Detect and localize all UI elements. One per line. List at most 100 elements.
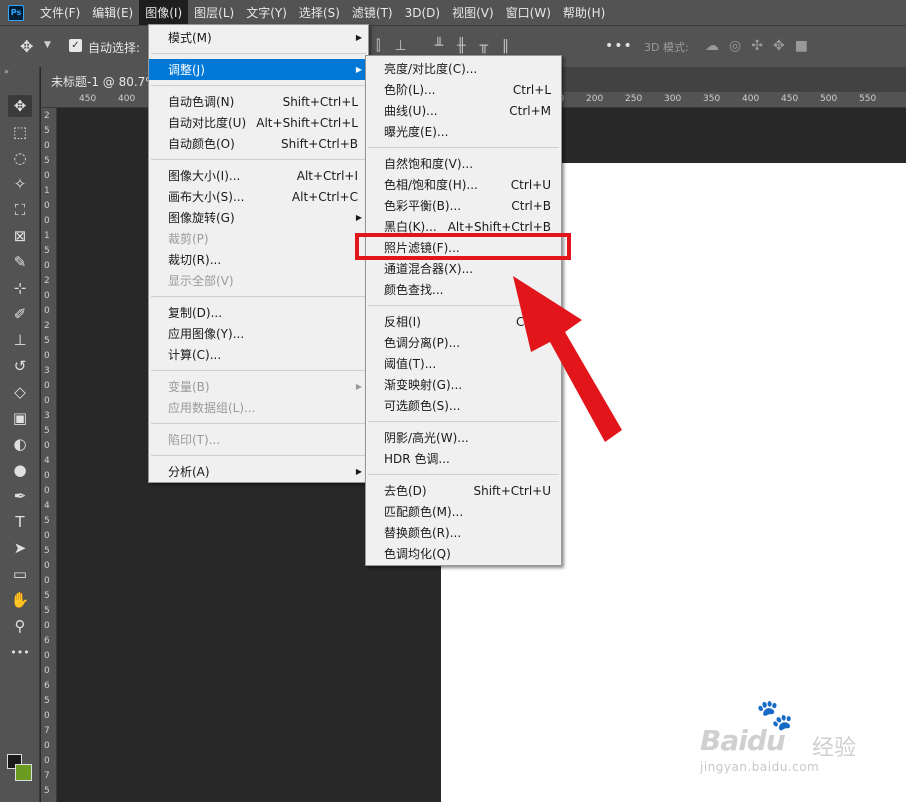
menu-item-label: 曲线(U)... xyxy=(384,104,438,118)
align-bottom-icon[interactable]: ⊥ xyxy=(394,38,406,54)
frame-tool-icon[interactable]: ⊠ xyxy=(8,225,32,247)
menu-item[interactable]: 模式(M) ▶ xyxy=(149,27,368,48)
menu-2[interactable]: 图像(I) xyxy=(139,0,189,25)
image-menu-dropdown: 模式(M) ▶ 调整(J) ▶ 自动色调(N) Shift+Ctrl+L 自动对比度(U) A… xyxy=(148,24,369,483)
auto-select-checkbox[interactable]: ✓ xyxy=(69,39,82,52)
move-icon[interactable]: ✥ xyxy=(20,37,33,56)
menu-1[interactable]: 编辑(E) xyxy=(86,0,139,25)
distribute-bottom-icon[interactable]: ╥ xyxy=(480,38,488,54)
stamp-tool-icon[interactable]: ⊥ xyxy=(8,329,32,351)
menu-item[interactable]: 自动色调(N) Shift+Ctrl+L xyxy=(149,91,368,112)
ruler-tick-label: 450 xyxy=(781,94,799,104)
menu-item[interactable]: 裁切(R)... xyxy=(149,249,368,270)
ruler-tick-label: 0 xyxy=(44,141,50,151)
history-brush-icon[interactable]: ↺ xyxy=(8,355,32,377)
menu-10[interactable]: 帮助(H) xyxy=(557,0,611,25)
watermark-text: 经验 xyxy=(812,736,857,761)
roll-3d-icon[interactable]: ◎ xyxy=(729,38,741,54)
align-vcenter-icon[interactable]: ⫿ xyxy=(376,38,380,54)
menu-bar-items: 文件(F) 编辑(E) 图像(I) 图层(L) 文字(Y) 选择(S) 滤镜(T) 3D(D)… xyxy=(34,0,611,25)
eraser-icon[interactable]: ◇ xyxy=(8,381,32,403)
shape-tool-icon[interactable]: ▭ xyxy=(8,563,32,585)
menu-item[interactable]: 去色(D) Shift+Ctrl+U xyxy=(366,480,561,501)
gradient-tool-icon[interactable]: ▣ xyxy=(8,407,32,429)
menu-item[interactable]: 匹配颜色(M)... xyxy=(366,501,561,522)
menu-separator xyxy=(368,474,559,475)
menu-item[interactable]: 替换颜色(R)... xyxy=(366,522,561,543)
document-tab[interactable]: 未标题-1 @ 80.7% xyxy=(41,67,149,92)
menu-item[interactable]: 色调均化(Q) xyxy=(366,543,561,564)
orbit-3d-icon[interactable]: ☁ xyxy=(705,38,719,54)
slide-3d-icon[interactable]: ✥ xyxy=(773,38,785,54)
move-tool-icon[interactable]: ✥ xyxy=(8,95,32,117)
menu-item[interactable]: 调整(J) ▶ xyxy=(149,59,368,80)
path-select-icon[interactable]: ➤ xyxy=(8,537,32,559)
distribute-vcenter-icon[interactable]: ╫ xyxy=(457,38,465,54)
menu-item[interactable]: 曝光度(E)... xyxy=(366,121,561,142)
menu-item[interactable]: 复制(D)... xyxy=(149,302,368,323)
menu-4[interactable]: 文字(Y) xyxy=(240,0,293,25)
menu-7[interactable]: 3D(D) xyxy=(399,0,446,25)
ruler-tick-label: 0 xyxy=(44,381,50,391)
menu-6[interactable]: 滤镜(T) xyxy=(346,0,399,25)
ruler-tick-label: 0 xyxy=(44,666,50,676)
ruler-tick-label: 0 xyxy=(44,216,50,226)
eyedropper-icon[interactable]: ✎ xyxy=(8,251,32,273)
menu-8[interactable]: 视图(V) xyxy=(446,0,500,25)
photoshop-logo-icon: Ps xyxy=(8,4,24,21)
scale-3d-icon[interactable]: ■ xyxy=(795,38,808,54)
menu-3[interactable]: 图层(L) xyxy=(188,0,240,25)
brush-tool-icon[interactable]: ✐ xyxy=(8,303,32,325)
menu-item[interactable]: 色彩平衡(B)... Ctrl+B xyxy=(366,195,561,216)
menu-item[interactable]: 应用图像(Y)... xyxy=(149,323,368,344)
crop-tool-icon[interactable]: ⛶ xyxy=(8,199,32,221)
menu-item[interactable]: HDR 色调... xyxy=(366,448,561,469)
menu-item[interactable]: 计算(C)... xyxy=(149,344,368,365)
menu-item-label: 色彩平衡(B)... xyxy=(384,199,462,213)
dodge-tool-icon[interactable]: ● xyxy=(8,459,32,481)
menu-item-label: 计算(C)... xyxy=(168,348,222,362)
zoom-tool-icon[interactable]: ⚲ xyxy=(8,615,32,637)
menu-item-label: 亮度/对比度(C)... xyxy=(384,62,478,76)
menu-item[interactable]: 自然饱和度(V)... xyxy=(366,153,561,174)
menu-0[interactable]: 文件(F) xyxy=(34,0,86,25)
ruler-tick-label: 0 xyxy=(44,351,50,361)
menu-item[interactable]: 图像旋转(G) ▶ xyxy=(149,207,368,228)
menu-item-shortcut: Alt+Shift+Ctrl+L xyxy=(256,115,358,130)
collapse-panel-icon[interactable]: » xyxy=(4,67,9,76)
menu-item[interactable]: 色阶(L)... Ctrl+L xyxy=(366,79,561,100)
lasso-tool-icon[interactable]: ◌ xyxy=(8,147,32,169)
menu-item-label: 图像旋转(G) xyxy=(168,211,235,225)
menu-separator xyxy=(151,423,366,424)
ruler-tick-label: 0 xyxy=(44,441,50,451)
chevron-down-icon[interactable]: ▼ xyxy=(44,40,51,50)
magic-wand-icon[interactable]: ✧ xyxy=(8,173,32,195)
hand-tool-icon[interactable]: ✋ xyxy=(8,589,32,611)
type-tool-icon[interactable]: T xyxy=(8,511,32,533)
marquee-tool-icon[interactable]: ⬚ xyxy=(8,121,32,143)
ruler-tick-label: 5 xyxy=(44,786,50,796)
pan-3d-icon[interactable]: ✣ xyxy=(751,38,763,54)
menu-item[interactable]: 色相/饱和度(H)... Ctrl+U xyxy=(366,174,561,195)
menu-item[interactable]: 自动颜色(O) Shift+Ctrl+B xyxy=(149,133,368,154)
healing-brush-icon[interactable]: ⊹ xyxy=(8,277,32,299)
menu-item[interactable]: 画布大小(S)... Alt+Ctrl+C xyxy=(149,186,368,207)
distribute-horizontal-icon[interactable]: ‖ xyxy=(502,38,509,54)
submenu-arrow-icon: ▶ xyxy=(355,467,362,476)
more-tools-icon[interactable]: ••• xyxy=(8,641,32,663)
menu-item[interactable]: 曲线(U)... Ctrl+M xyxy=(366,100,561,121)
pen-tool-icon[interactable]: ✒ xyxy=(8,485,32,507)
distribute-top-icon[interactable]: ╨ xyxy=(435,38,443,54)
menu-9[interactable]: 窗口(W) xyxy=(500,0,557,25)
background-color-swatch[interactable] xyxy=(15,764,32,781)
menu-item[interactable]: 亮度/对比度(C)... xyxy=(366,58,561,79)
menu-item[interactable]: 图像大小(I)... Alt+Ctrl+I xyxy=(149,165,368,186)
ruler-tick-label: 0 xyxy=(44,531,50,541)
more-options-icon[interactable]: ••• xyxy=(605,38,633,54)
ruler-tick-label: 400 xyxy=(118,94,136,104)
menu-5[interactable]: 选择(S) xyxy=(293,0,346,25)
blur-tool-icon[interactable]: ◐ xyxy=(8,433,32,455)
ruler-tick-label: 300 xyxy=(664,94,682,104)
menu-item[interactable]: 分析(A) ▶ xyxy=(149,461,368,482)
menu-item[interactable]: 自动对比度(U) Alt+Shift+Ctrl+L xyxy=(149,112,368,133)
